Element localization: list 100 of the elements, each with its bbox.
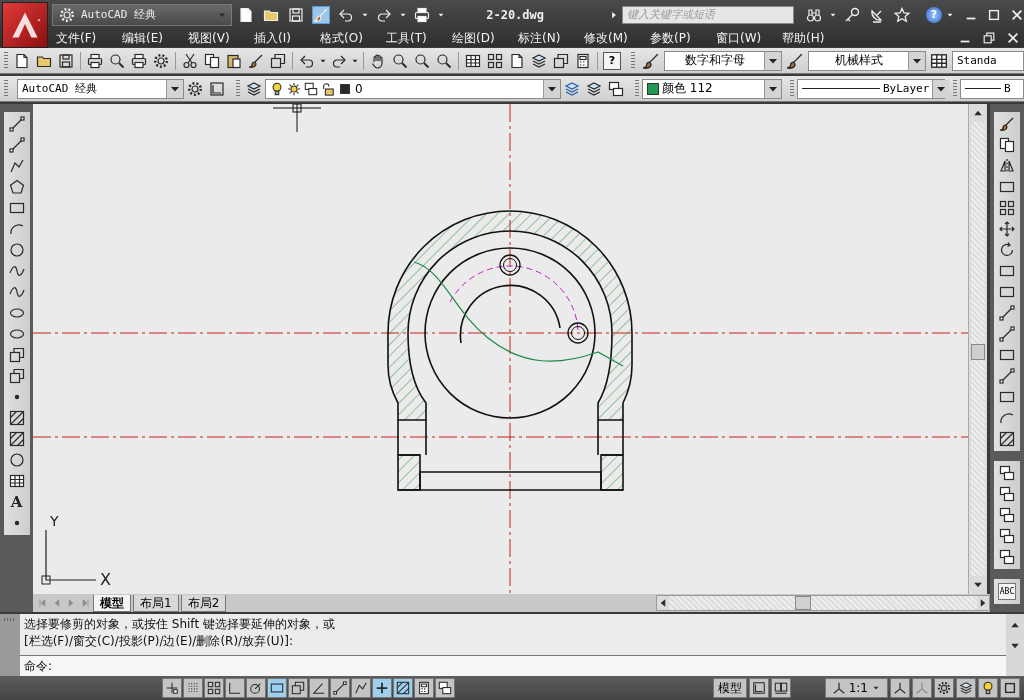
tripod-icon[interactable] xyxy=(893,681,907,695)
maximize-icon[interactable] xyxy=(1003,681,1017,695)
copy-icon[interactable] xyxy=(999,137,1015,153)
annotation-scale-button[interactable]: 1:1 xyxy=(824,678,888,698)
menu-item[interactable]: 绘图(D) xyxy=(448,29,510,47)
line-icon[interactable] xyxy=(999,305,1015,321)
menu-item[interactable]: 窗口(W) xyxy=(712,29,774,47)
menu-item[interactable]: 编辑(E) xyxy=(118,29,180,47)
stacked-squares-icon[interactable] xyxy=(999,465,1015,481)
status-toggle-button[interactable] xyxy=(225,678,245,698)
layers-icon[interactable] xyxy=(246,80,262,97)
color-dropdown[interactable]: 颜色 112 xyxy=(642,78,782,99)
brush-icon[interactable] xyxy=(999,116,1015,132)
stacked-squares-icon[interactable] xyxy=(999,507,1015,523)
zoom-icon[interactable] xyxy=(436,52,452,69)
gear-icon[interactable] xyxy=(153,52,169,69)
hand-icon[interactable] xyxy=(370,52,386,69)
menu-item[interactable]: 帮助(H) xyxy=(778,29,840,47)
frame-icon[interactable] xyxy=(209,80,225,97)
text-tool-button[interactable]: A xyxy=(10,494,23,510)
status-toggle-button[interactable] xyxy=(288,678,308,698)
rectangle-icon[interactable] xyxy=(999,263,1015,279)
layout-tab[interactable]: 布局1 xyxy=(133,594,179,612)
spline-icon[interactable] xyxy=(8,263,25,279)
frame-icon[interactable] xyxy=(751,681,766,695)
ellipse-icon[interactable] xyxy=(8,326,25,342)
horizontal-scrollbar[interactable] xyxy=(656,595,990,611)
grid-icon[interactable] xyxy=(487,52,503,69)
zoom-icon[interactable] xyxy=(414,52,430,69)
rectangle-icon[interactable] xyxy=(999,179,1015,195)
circle-icon[interactable] xyxy=(8,242,25,258)
scrollbar-thumb[interactable] xyxy=(971,344,985,360)
block-icon[interactable] xyxy=(8,347,25,363)
status-toggle-button[interactable] xyxy=(162,678,182,698)
maximize-icon[interactable] xyxy=(987,7,1001,22)
stacked-squares-icon[interactable] xyxy=(608,80,624,97)
vertical-scrollbar[interactable] xyxy=(1006,614,1024,676)
layout-tab[interactable]: 模型 xyxy=(93,594,131,612)
status-toggle-button[interactable] xyxy=(351,678,371,698)
binoculars-icon[interactable] xyxy=(806,6,822,23)
layers-icon[interactable] xyxy=(564,80,580,97)
gear-icon[interactable] xyxy=(937,681,951,695)
line-icon[interactable] xyxy=(8,116,25,132)
workspace-dropdown[interactable]: AutoCAD 经典 xyxy=(52,3,232,26)
spline-icon[interactable] xyxy=(8,284,25,300)
toolbar-grip[interactable] xyxy=(4,79,8,98)
menu-item[interactable]: 视图(V) xyxy=(184,29,246,47)
hatch-icon[interactable] xyxy=(999,431,1015,447)
light-bulb-icon[interactable] xyxy=(981,681,995,695)
table-icon[interactable] xyxy=(465,52,481,69)
command-input[interactable]: 命令: xyxy=(20,655,1006,676)
line-icon[interactable] xyxy=(999,326,1015,342)
toolbar-grip[interactable] xyxy=(4,51,8,70)
panes-icon[interactable] xyxy=(773,681,788,695)
toolbar-grip[interactable] xyxy=(790,79,794,98)
drawing-canvas[interactable]: Y X xyxy=(33,104,968,594)
mirror-icon[interactable] xyxy=(999,158,1015,174)
gear-icon[interactable] xyxy=(187,80,203,97)
zoom-icon[interactable] xyxy=(109,52,125,69)
arc-icon[interactable] xyxy=(8,221,25,237)
toolbar-grip[interactable] xyxy=(631,51,635,70)
clipboard-icon[interactable] xyxy=(226,52,242,69)
status-toggle-button[interactable] xyxy=(183,678,203,698)
calculator-icon[interactable] xyxy=(575,52,591,69)
stacked-squares-icon[interactable] xyxy=(999,486,1015,502)
printer-icon[interactable] xyxy=(414,6,430,23)
layout-tab[interactable]: 布局2 xyxy=(180,594,227,612)
star-icon[interactable] xyxy=(894,6,910,23)
text-style-dropdown[interactable]: 数字和字母 xyxy=(664,50,782,71)
restore-icon[interactable] xyxy=(982,31,996,45)
save-icon[interactable] xyxy=(58,52,74,69)
menu-item[interactable]: 格式(O) xyxy=(316,29,378,47)
toolbar-grip[interactable] xyxy=(236,79,240,98)
document-icon[interactable] xyxy=(14,52,30,69)
table-icon[interactable] xyxy=(8,473,25,489)
stacked-squares-icon[interactable] xyxy=(999,549,1015,565)
stacked-squares-icon[interactable] xyxy=(999,528,1015,544)
search-field[interactable]: 键入关键字或短语 xyxy=(622,5,794,24)
menu-item[interactable]: 插入(I) xyxy=(250,29,312,47)
polyline-icon[interactable] xyxy=(8,158,25,174)
grid-icon[interactable] xyxy=(999,200,1015,216)
menu-item[interactable]: 修改(M) xyxy=(580,29,642,47)
application-menu-button[interactable] xyxy=(2,2,48,48)
toolbar-grip[interactable] xyxy=(953,79,957,98)
circle-icon[interactable] xyxy=(8,452,25,468)
pentagon-icon[interactable] xyxy=(8,179,25,195)
block-icon[interactable] xyxy=(270,52,286,69)
rectangle-icon[interactable] xyxy=(999,347,1015,363)
printer-icon[interactable] xyxy=(87,52,103,69)
menu-item[interactable]: 工具(T) xyxy=(382,29,444,47)
layers-icon[interactable] xyxy=(586,80,602,97)
toolbar-grip[interactable] xyxy=(635,79,639,98)
brush-icon[interactable] xyxy=(642,51,660,70)
status-toggle-button[interactable] xyxy=(393,678,413,698)
help-button[interactable]: ? xyxy=(603,51,621,70)
block-icon[interactable] xyxy=(8,368,25,384)
status-toggle-button[interactable] xyxy=(330,678,350,698)
scissors-icon[interactable] xyxy=(182,52,198,69)
layer-dropdown[interactable]: 0 xyxy=(265,78,561,99)
layers-icon[interactable] xyxy=(531,52,547,69)
